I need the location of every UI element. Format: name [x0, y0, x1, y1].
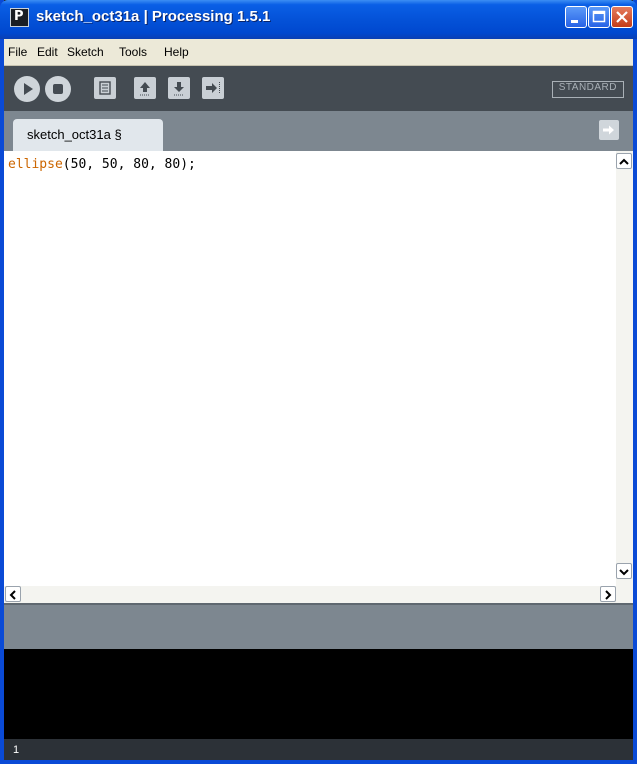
- save-button[interactable]: [168, 77, 190, 99]
- menu-edit[interactable]: Edit: [37, 45, 58, 59]
- code-arguments: (50, 50, 80, 80);: [62, 157, 196, 172]
- close-button[interactable]: [611, 6, 633, 28]
- export-icon: [206, 82, 220, 94]
- vertical-scrollbar[interactable]: [616, 151, 633, 587]
- menu-sketch[interactable]: Sketch: [67, 45, 104, 59]
- console-area[interactable]: [4, 649, 633, 739]
- maximize-icon: [592, 10, 606, 23]
- horizontal-scrollbar[interactable]: [4, 586, 633, 603]
- scroll-right-button[interactable]: [600, 586, 616, 602]
- run-button[interactable]: [14, 76, 40, 102]
- tab-sketch[interactable]: sketch_oct31a §: [13, 119, 163, 151]
- export-button[interactable]: [202, 77, 224, 99]
- toolbar: STANDARD: [4, 66, 633, 111]
- mode-selector[interactable]: STANDARD: [551, 81, 624, 98]
- save-icon: [174, 82, 184, 96]
- menu-bar: File Edit Sketch Tools Help: [4, 39, 633, 66]
- menu-help[interactable]: Help: [164, 45, 189, 59]
- tab-label: sketch_oct31a §: [27, 127, 122, 142]
- scroll-left-button[interactable]: [5, 586, 21, 602]
- arrow-right-icon: [603, 125, 614, 135]
- line-number: 1: [13, 744, 20, 756]
- minimize-button[interactable]: [565, 6, 587, 28]
- code-line-1: ellipse(50, 50, 80, 80);: [8, 157, 196, 172]
- title-bar[interactable]: P sketch_oct31a | Processing 1.5.1: [0, 0, 637, 39]
- minimize-icon: [571, 20, 578, 23]
- processing-app-icon: P: [10, 8, 29, 27]
- open-button[interactable]: [134, 77, 156, 99]
- tab-menu-button[interactable]: [599, 120, 619, 140]
- code-keyword: ellipse: [8, 157, 63, 172]
- menu-tools[interactable]: Tools: [119, 45, 147, 59]
- window-title: sketch_oct31a | Processing 1.5.1: [36, 8, 271, 25]
- open-icon: [140, 82, 150, 96]
- chevron-up-icon: [619, 158, 629, 165]
- maximize-button[interactable]: [588, 6, 610, 28]
- new-icon: [99, 81, 111, 95]
- menu-file[interactable]: File: [8, 45, 27, 59]
- chevron-right-icon: [605, 590, 612, 600]
- chevron-down-icon: [619, 569, 629, 576]
- stop-button[interactable]: [45, 76, 71, 102]
- close-icon: [616, 11, 628, 23]
- stop-icon: [53, 84, 63, 94]
- processing-window: P sketch_oct31a | Processing 1.5.1 File …: [0, 0, 637, 764]
- line-number-bar: 1: [4, 739, 633, 760]
- run-icon: [24, 83, 33, 95]
- new-button[interactable]: [94, 77, 116, 99]
- scroll-down-button[interactable]: [616, 563, 632, 579]
- code-editor[interactable]: ellipse(50, 50, 80, 80);: [4, 151, 633, 586]
- chevron-left-icon: [9, 590, 16, 600]
- scroll-up-button[interactable]: [616, 153, 632, 169]
- status-bar: [4, 603, 633, 649]
- tab-bar: sketch_oct31a §: [4, 111, 633, 151]
